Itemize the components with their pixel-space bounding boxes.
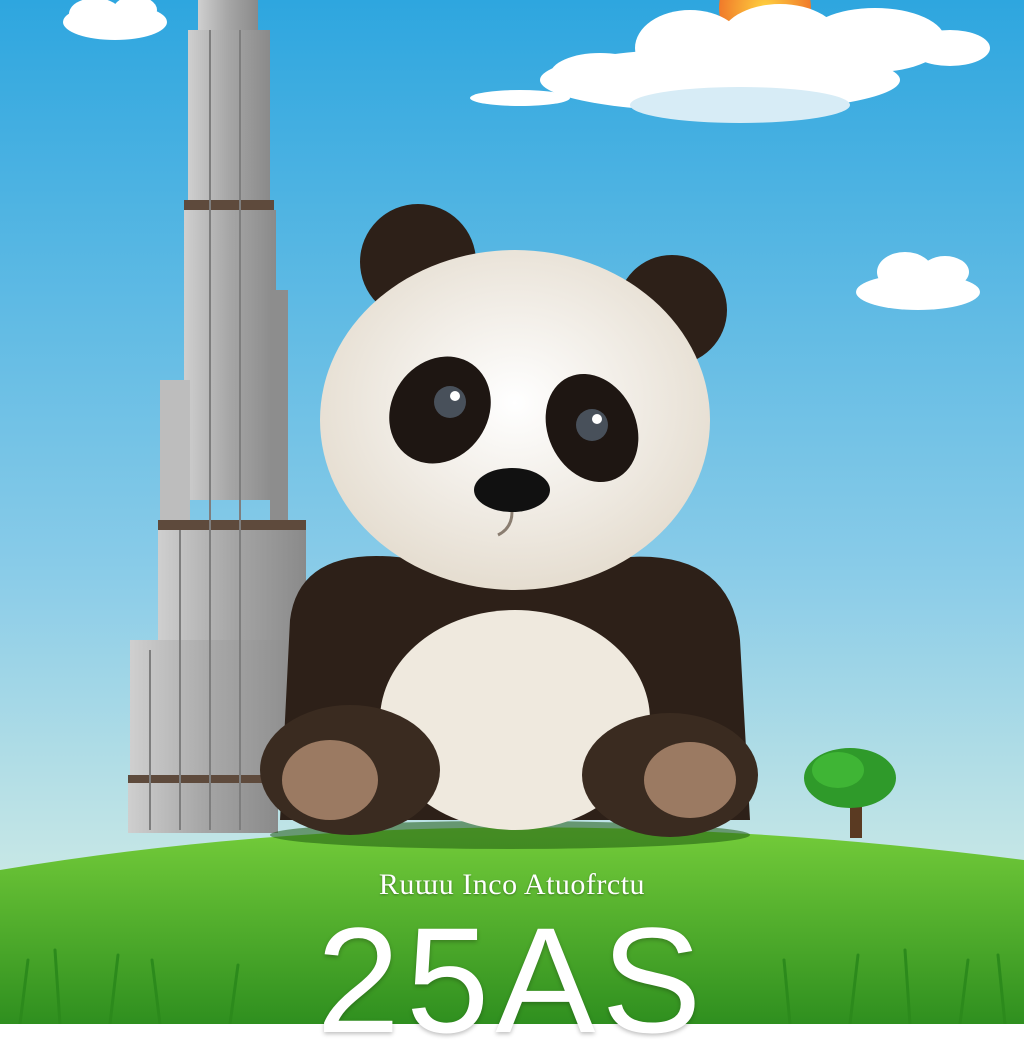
panda-leg-right: [582, 713, 758, 837]
panda-head: [320, 250, 710, 590]
poster-title: 25AS: [316, 896, 708, 1064]
panda-leg-left: [260, 705, 440, 835]
panda-nose: [474, 468, 550, 512]
cloud-icon: [63, 0, 167, 40]
